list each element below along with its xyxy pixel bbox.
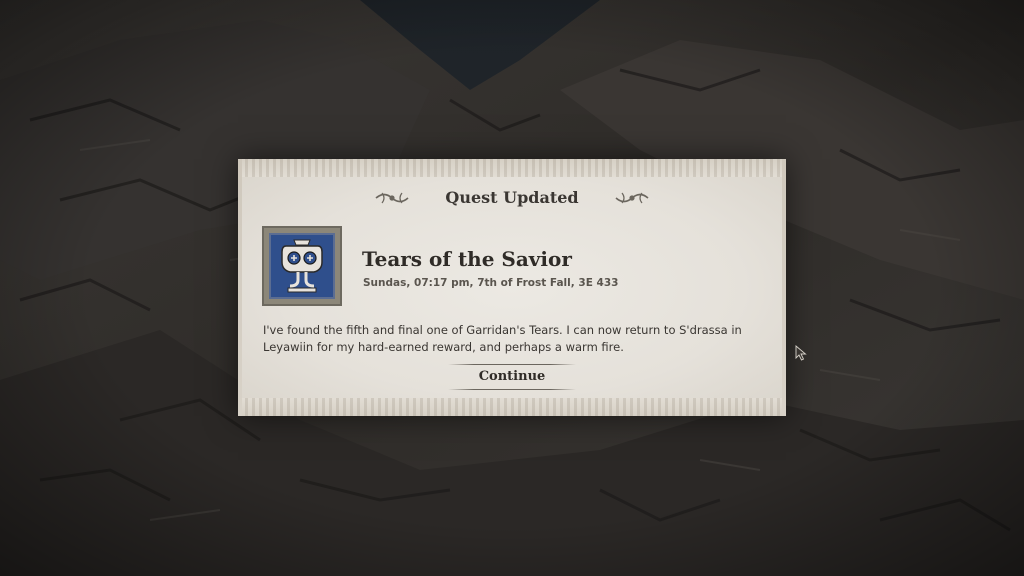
quest-description: I've found the fifth and final one of Ga… [263,323,742,354]
continue-button[interactable]: Continue [448,363,576,391]
mouse-cursor-icon [795,345,807,361]
continue-rule-top [448,364,576,365]
dialog-header: Quest Updated [238,185,786,211]
continue-rule-bottom [448,389,576,390]
parchment-border-top [238,159,786,177]
parchment-border-bottom [238,398,786,416]
scroll-idol-icon [262,226,342,306]
quest-updated-dialog: Quest Updated Tears of the Savior Sundas… [238,159,786,416]
dialog-title: Quest Updated [445,188,579,207]
ornament-left-icon [375,192,409,204]
quest-title: Tears of the Savior [362,247,572,271]
continue-label: Continue [478,369,546,384]
ornament-right-icon [615,192,649,204]
quest-timestamp: Sundas, 07:17 pm, 7th of Frost Fall, 3E … [363,277,619,289]
